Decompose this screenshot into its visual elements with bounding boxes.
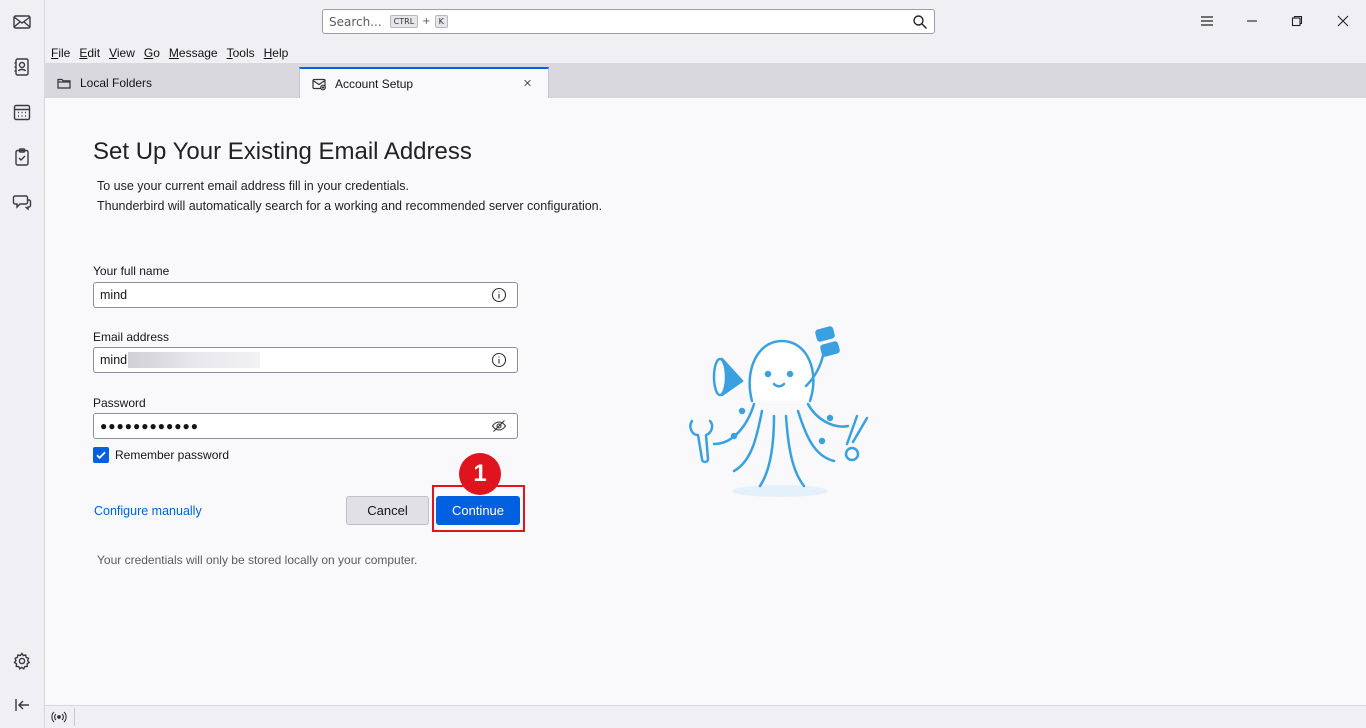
settings-icon[interactable]	[8, 647, 36, 675]
menu-tools[interactable]: Tools	[227, 46, 255, 60]
menu-go[interactable]: Go	[144, 46, 160, 60]
search-shortcut-plus: +	[422, 16, 431, 27]
menu-view[interactable]: View	[109, 46, 135, 60]
address-book-icon[interactable]	[8, 53, 36, 81]
close-tab-icon[interactable]	[524, 75, 540, 91]
menu-message[interactable]: Message	[169, 46, 218, 60]
full-name-label: Your full name	[93, 264, 170, 278]
remember-password-checkbox[interactable]	[93, 447, 109, 463]
info-icon[interactable]	[491, 287, 507, 303]
email-input[interactable]: mind	[93, 347, 518, 373]
mail-icon[interactable]	[8, 8, 36, 36]
menu-edit[interactable]: Edit	[79, 46, 100, 60]
search-icon[interactable]	[912, 14, 928, 30]
cancel-button[interactable]: Cancel	[346, 496, 429, 525]
account-setup-icon	[312, 78, 326, 90]
chat-icon[interactable]	[8, 188, 36, 216]
eye-slash-icon[interactable]	[491, 418, 507, 434]
redacted-email	[128, 352, 261, 368]
description-line-1: To use your current email address fill i…	[97, 179, 409, 193]
tasks-icon[interactable]	[8, 143, 36, 171]
octopus-mascot-illustration	[689, 326, 869, 497]
remember-password-label[interactable]: Remember password	[115, 448, 229, 462]
info-icon[interactable]	[491, 352, 507, 368]
annotation-step-badge: 1	[459, 453, 501, 495]
restore-icon[interactable]	[1286, 10, 1308, 32]
folder-icon	[57, 78, 71, 89]
tab-label: Account Setup	[335, 76, 414, 91]
full-name-value: mind	[100, 288, 128, 302]
search-input[interactable]: Search... CTRL + K	[322, 9, 935, 34]
app-menu-icon[interactable]	[1196, 10, 1218, 32]
search-shortcut-key: K	[434, 15, 448, 28]
tab-label: Local Folders	[80, 75, 153, 90]
search-shortcut-mod: CTRL	[389, 15, 419, 28]
title-bar: Search... CTRL + K	[45, 0, 1366, 43]
calendar-icon[interactable]	[8, 98, 36, 126]
password-label: Password	[93, 396, 146, 410]
full-name-input[interactable]: mind	[93, 282, 518, 308]
menu-bar: File Edit View Go Message Tools Help	[45, 43, 1366, 63]
close-window-icon[interactable]	[1332, 10, 1354, 32]
page-title: Set Up Your Existing Email Address	[93, 138, 472, 165]
tab-account-setup[interactable]: Account Setup	[299, 67, 549, 98]
status-bar	[45, 705, 1366, 728]
credentials-note: Your credentials will only be stored loc…	[97, 553, 418, 567]
collapse-icon[interactable]	[8, 691, 36, 719]
password-input[interactable]: ●●●●●●●●●●●●	[93, 413, 518, 439]
tab-local-folders[interactable]: Local Folders	[45, 67, 297, 98]
description-line-2: Thunderbird will automatically search fo…	[97, 199, 603, 213]
status-divider	[74, 708, 75, 726]
configure-manually-link[interactable]: Configure manually	[94, 504, 202, 518]
password-value: ●●●●●●●●●●●●	[100, 419, 199, 433]
menu-help[interactable]: Help	[264, 46, 289, 60]
menu-file[interactable]: File	[51, 46, 70, 60]
account-setup-page: Set Up Your Existing Email Address To us…	[46, 98, 1366, 705]
spaces-toolbar	[0, 0, 45, 728]
email-label: Email address	[93, 330, 170, 344]
email-value: mind	[100, 353, 128, 367]
search-placeholder: Search...	[329, 14, 382, 29]
connection-status-icon[interactable]	[51, 709, 67, 725]
tab-bar: Local Folders Account Setup	[45, 63, 1366, 98]
minimize-icon[interactable]	[1241, 10, 1263, 32]
